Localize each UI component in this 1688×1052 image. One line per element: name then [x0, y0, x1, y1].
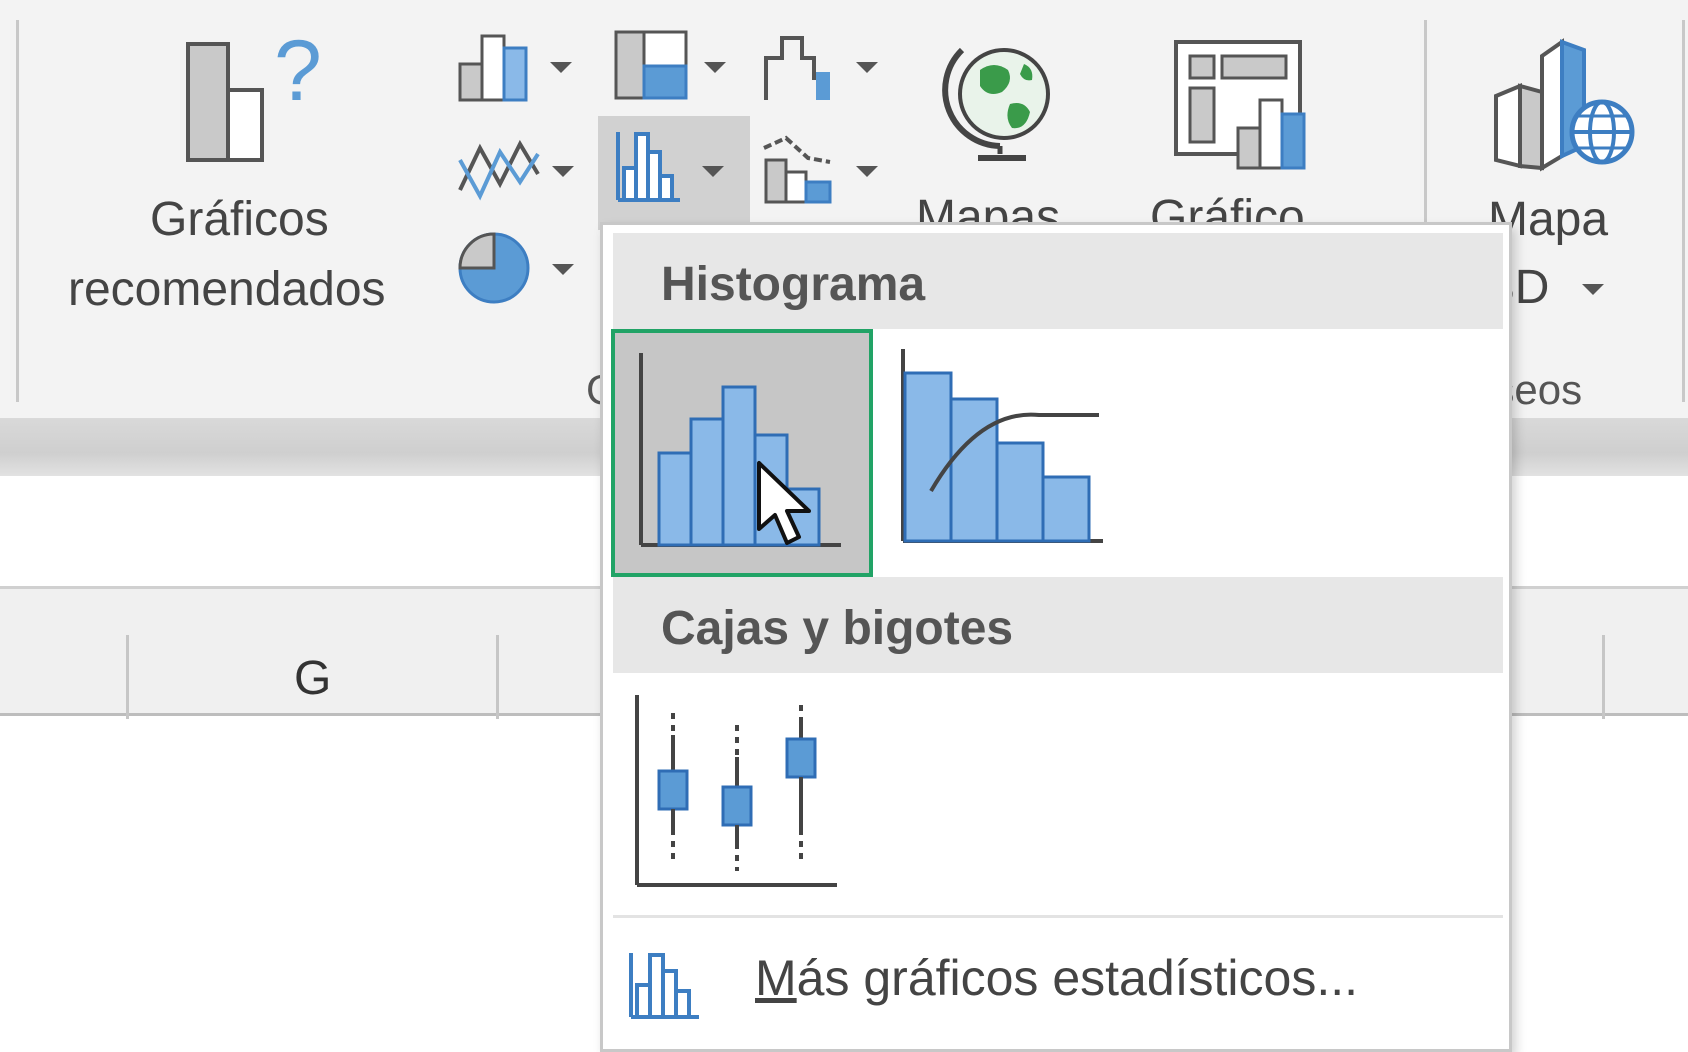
- ribbon-group-separator: [1682, 20, 1685, 402]
- pie-chart-icon: [458, 232, 530, 304]
- combo-chart-icon: [763, 135, 832, 204]
- histogram-section-header: Histograma: [613, 233, 1503, 329]
- boxplot-section-header: Cajas y bigotes: [613, 577, 1503, 673]
- insert-line-chart-button[interactable]: [456, 130, 586, 210]
- statistic-chart-icon: [616, 132, 680, 202]
- map3d-icon: [1494, 38, 1635, 172]
- pareto-icon: [901, 349, 1103, 543]
- histogram-section-title: Histograma: [661, 258, 926, 311]
- recommended-charts-label-line2: recomendados: [68, 263, 386, 316]
- recommended-charts-button[interactable]: ? Gráficos recomendados: [60, 30, 440, 330]
- chevron-down-icon: [552, 166, 574, 177]
- column-separator: [496, 635, 499, 719]
- histogram-option[interactable]: [611, 329, 873, 577]
- box-whisker-icon: [635, 695, 837, 887]
- maps-globe-icon: [942, 47, 1050, 161]
- recommended-charts-icon: ?: [186, 30, 322, 162]
- ribbon-group-separator: [16, 20, 19, 402]
- chevron-down-icon: [702, 166, 724, 177]
- boxplot-section-title: Cajas y bigotes: [661, 602, 1014, 655]
- insert-combo-chart-button[interactable]: [760, 130, 890, 210]
- mouse-cursor-icon: [757, 461, 811, 545]
- waterfall-chart-icon: [764, 36, 830, 100]
- more-statistic-charts-label: Más gráficos estadísticos...: [755, 949, 1358, 1007]
- column-header-g[interactable]: G: [294, 651, 331, 706]
- more-charts-label-text: ás gráficos estadísticos...: [796, 950, 1359, 1006]
- insert-statistic-chart-button[interactable]: [612, 128, 750, 214]
- line-chart-icon: [458, 139, 540, 201]
- pivot-chart-icon: [1174, 40, 1306, 170]
- svg-text:?: ?: [274, 30, 322, 119]
- insert-waterfall-chart-button[interactable]: [760, 28, 890, 108]
- more-stat-charts-icon: [629, 953, 699, 1019]
- recommended-charts-label-line1: Gráficos: [150, 193, 329, 246]
- menu-separator: [613, 915, 1503, 918]
- insert-pie-chart-button[interactable]: [456, 228, 586, 308]
- pivot-chart-button[interactable]: Gráfico: [1140, 30, 1340, 242]
- chevron-down-icon: [552, 264, 574, 275]
- more-statistic-charts-item[interactable]: Más gráficos estadísticos...: [613, 925, 1503, 1035]
- statistic-chart-dropdown: Histograma Cajas y bigotes Más gráficos …: [600, 222, 1512, 1052]
- hierarchy-chart-icon: [614, 30, 688, 100]
- insert-column-chart-button[interactable]: [456, 28, 586, 108]
- chevron-down-icon: [1582, 284, 1604, 295]
- insert-hierarchy-chart-button[interactable]: [612, 28, 742, 108]
- chevron-down-icon: [856, 166, 878, 177]
- chevron-down-icon: [704, 62, 726, 73]
- column-separator: [1602, 635, 1605, 719]
- maps-button[interactable]: Mapas: [910, 30, 1080, 242]
- chevron-down-icon: [550, 62, 572, 73]
- box-whisker-option[interactable]: [611, 681, 873, 905]
- column-separator: [126, 635, 129, 719]
- more-charts-access-key: M: [755, 950, 797, 1006]
- column-chart-icon: [458, 34, 528, 102]
- chevron-down-icon: [856, 62, 878, 73]
- pareto-option[interactable]: [889, 329, 1151, 577]
